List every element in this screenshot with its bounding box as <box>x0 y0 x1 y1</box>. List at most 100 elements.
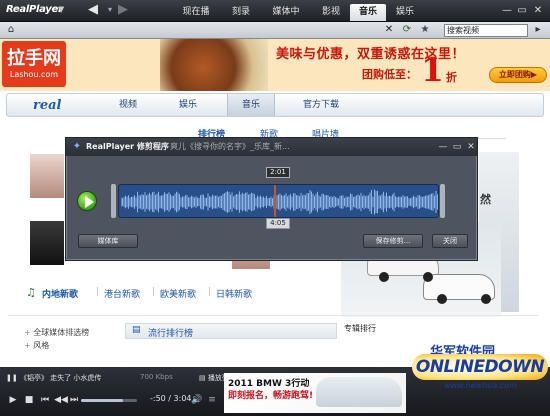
expand-plus-icon: + <box>24 341 34 350</box>
tab-media-center[interactable]: 媒体中心 <box>260 4 312 34</box>
site-nav-download[interactable]: 官方下载 <box>289 94 353 116</box>
play-pause-icon[interactable]: ▶ <box>6 393 20 407</box>
next-icon[interactable]: ⏭ <box>67 393 81 407</box>
category-divider: | <box>96 287 100 297</box>
wheel <box>423 272 433 282</box>
seek-bar[interactable] <box>81 399 137 402</box>
site-nav: real 视频 娱乐 音乐 官方下载 <box>6 93 544 117</box>
tab-video[interactable]: 影视 <box>312 4 350 21</box>
list-icon: ▤ <box>132 325 141 335</box>
left-list-item[interactable]: + 全球媒体排选榜 <box>24 327 89 338</box>
left-list-label: 风格 <box>33 341 50 350</box>
dialog-title-bar: ✦ RealPlayer 修剪程序 爽儿《搜寻你的名字》_乐库_新... — ▭… <box>66 138 477 156</box>
seek-progress <box>81 399 123 402</box>
current-time: 2:01 <box>266 167 290 178</box>
left-list-label: 全球媒体排选榜 <box>33 328 90 337</box>
toolbar: ⌂ ✕ ⟳ ★ 搜索视频 ▸ <box>0 22 550 39</box>
close-icon[interactable]: ✕ <box>531 4 545 17</box>
app-menu-caret-icon[interactable]: ▼ <box>58 5 64 14</box>
stop-playback-icon[interactable]: ■ <box>22 393 36 407</box>
category-divider: | <box>152 287 156 297</box>
time-readout: -:50 / 3:04 <box>150 394 192 403</box>
back-arrow-icon[interactable]: ◀ <box>84 3 102 19</box>
playlist-icon: ▤ <box>199 374 208 382</box>
waveform-area[interactable] <box>118 184 439 218</box>
category-jp-kr[interactable]: 日韩新歌 <box>216 287 252 300</box>
minimize-icon[interactable]: — <box>500 4 514 17</box>
wheel <box>379 272 389 282</box>
forward-arrow-icon[interactable]: ▶ <box>114 3 132 19</box>
lashou-logo[interactable]: 拉手网 Lashou.com <box>2 41 66 87</box>
site-nav-music[interactable]: 音乐 <box>227 94 275 116</box>
category-divider: | <box>208 287 212 297</box>
artist-thumbnail[interactable] <box>30 154 64 198</box>
waveform-path <box>121 189 438 215</box>
promo-subtitle: 即刻报名，畅游跑驾! <box>228 391 314 401</box>
close-button[interactable]: 关闭 <box>432 234 468 248</box>
bmw-promo[interactable]: 2011 BMW 3行动 即刻报名，畅游跑驾! <box>224 373 406 413</box>
home-icon[interactable]: ⌂ <box>4 23 18 37</box>
category-hk-tw[interactable]: 港台新歌 <box>104 287 140 300</box>
site-nav-video[interactable]: 视频 <box>107 94 149 116</box>
refresh-icon[interactable]: ⟳ <box>400 23 414 37</box>
trim-end-handle[interactable] <box>440 184 445 218</box>
ad-banner[interactable]: 拉手网 Lashou.com 美味与优惠，双重诱惑在这里！ 团购低至： 1 折 … <box>0 39 550 91</box>
dialog-close-icon[interactable]: ✕ <box>465 141 477 153</box>
album-rank-title[interactable]: 专辑排行 <box>344 323 376 334</box>
lashou-brand: 拉手网 <box>7 48 61 69</box>
watermark-url: www.newhua.com <box>444 381 517 390</box>
category-western[interactable]: 欧美新歌 <box>160 287 196 300</box>
section-divider <box>8 315 538 316</box>
tab-burn[interactable]: 刻录 <box>222 4 260 21</box>
favorite-star-icon[interactable]: ★ <box>418 23 432 37</box>
maximize-icon[interactable]: ▭ <box>515 4 529 17</box>
equalizer-icon[interactable]: ≡ <box>205 393 219 407</box>
trim-start-handle[interactable] <box>111 184 116 218</box>
dialog-maximize-icon[interactable]: ▭ <box>451 141 463 153</box>
expand-plus-icon: + <box>24 328 34 337</box>
app-logo[interactable]: RealPlayer <box>6 4 63 15</box>
lashou-url: Lashou.com <box>9 70 59 79</box>
artist-thumbnail[interactable] <box>30 221 64 265</box>
banner-discount-number: 1 <box>421 50 444 89</box>
pause-small-icon: ❚❚ <box>6 374 20 382</box>
rewind-icon[interactable]: ◀◀ <box>54 393 68 407</box>
dialog-file-name: 爽儿《搜寻你的名字》_乐库_新... <box>170 142 290 151</box>
dialog-minimize-icon[interactable]: — <box>437 141 449 153</box>
site-nav-entertainment[interactable]: 娱乐 <box>167 94 209 116</box>
tab-music[interactable]: 音乐 <box>350 4 386 21</box>
tab-entertainment[interactable]: 娱乐 <box>386 4 424 21</box>
media-library-button[interactable]: 媒体库 <box>78 234 138 248</box>
bitrate-label: 700 Kbps <box>140 373 173 381</box>
music-note-icon: ♫ <box>26 286 36 299</box>
total-time: 4:05 <box>266 218 290 229</box>
now-playing-title: 《韬亭》 走失了 小水虎传 <box>19 374 102 382</box>
save-trimmed-button[interactable]: 保存修剪... <box>363 234 423 248</box>
promo-snippet: 然 <box>480 193 491 206</box>
stop-icon[interactable]: ✕ <box>382 23 396 37</box>
bmw-car-image <box>316 377 402 407</box>
search-go-icon[interactable]: ▸ <box>531 23 545 37</box>
previous-icon[interactable]: ⏮ <box>38 393 52 407</box>
trim-dialog: ✦ RealPlayer 修剪程序 爽儿《搜寻你的名字》_乐库_新... — ▭… <box>65 137 478 261</box>
wheel <box>481 294 491 304</box>
banner-discount-unit: 折 <box>446 71 457 84</box>
left-list-item[interactable]: + 风格 <box>24 340 49 351</box>
rank-title[interactable]: 流行排行榜 <box>148 326 193 339</box>
tab-now-playing[interactable]: 现在播放 <box>170 4 222 34</box>
volume-icon[interactable]: 🔊 <box>190 393 204 407</box>
waveform-graphic <box>121 189 438 215</box>
group-buy-button[interactable]: 立即团购▶ <box>489 67 547 83</box>
category-mainland[interactable]: 内地新歌 <box>42 287 78 300</box>
play-button[interactable] <box>77 191 97 211</box>
real-logo[interactable]: real <box>33 98 61 113</box>
onlinedown-logo: ONLINEDOWN <box>412 354 548 380</box>
food-image <box>160 39 268 91</box>
dialog-title: RealPlayer 修剪程序 <box>86 142 169 151</box>
realplayer-icon: ✦ <box>72 141 82 152</box>
playhead[interactable] <box>274 185 277 217</box>
title-bar: RealPlayer ▼ ◀ ▾ ▶ 现在播放 刻录 媒体中心 影视 音乐 娱乐… <box>0 0 550 34</box>
banner-discount-label: 团购低至： <box>362 68 417 81</box>
search-input[interactable]: 搜索视频 <box>444 24 528 37</box>
now-playing-text[interactable]: ❚❚ 《韬亭》 走失了 小水虎传 <box>6 373 101 383</box>
